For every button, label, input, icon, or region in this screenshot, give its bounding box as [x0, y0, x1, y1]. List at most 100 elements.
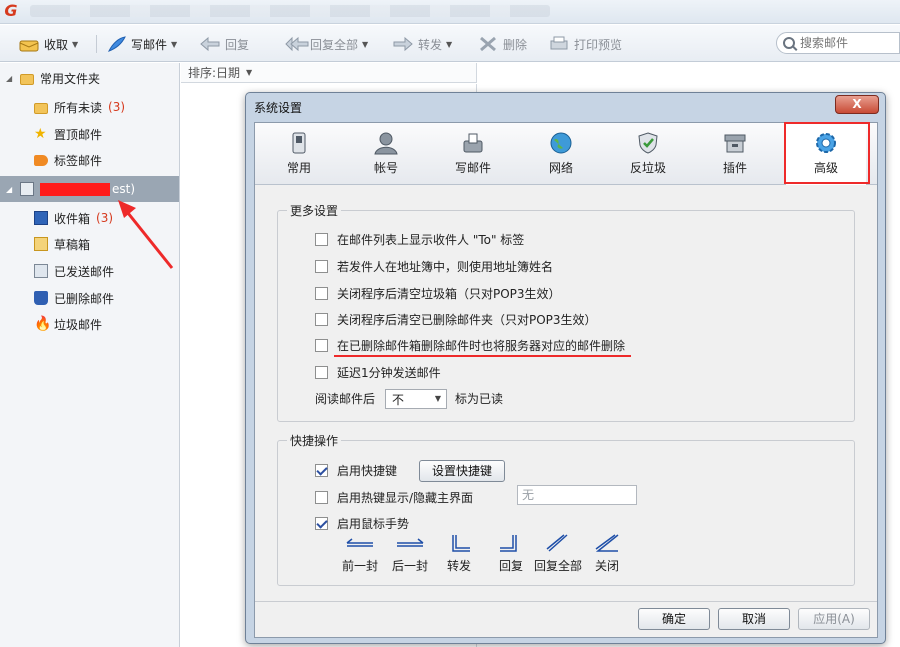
read-after-suffix: 标为已读 — [455, 392, 504, 406]
chevron-down-icon: ▼ — [362, 39, 369, 49]
receive-button[interactable]: 收取 ▼ — [18, 32, 78, 56]
tree-item-deleted[interactable]: 已删除邮件 — [0, 285, 179, 311]
checkbox[interactable] — [315, 233, 328, 246]
checkbox[interactable] — [315, 287, 328, 300]
annotation-highlight-box — [784, 122, 870, 184]
forward-button[interactable]: 转发 ▼ — [392, 32, 452, 56]
checkbox[interactable] — [315, 313, 328, 326]
folder-tree: ◢ 常用文件夹 所有未读 (3) ★ 置顶邮件 标签邮件 ◢ est) 收件箱 … — [0, 63, 180, 647]
read-after-row: 阅读邮件后 — [315, 392, 376, 406]
chevron-down-icon: ▼ — [72, 39, 79, 49]
down-left-gesture-icon — [500, 535, 517, 552]
dialog-title: 系统设置 — [254, 101, 303, 115]
globe-icon — [548, 131, 574, 155]
collapse-triangle-icon[interactable]: ◢ — [6, 74, 16, 83]
option-use-addressbook-name[interactable]: 若发件人在地址簿中，则使用地址簿姓名 — [315, 258, 553, 275]
gesture-close: 关闭 — [582, 533, 632, 574]
option-delete-on-server[interactable]: 在已删除邮件箱删除邮件时也将服务器对应的邮件删除 — [315, 337, 625, 354]
chevron-down-icon: ▼ — [434, 394, 441, 403]
tab-plugins[interactable]: 插件 — [695, 123, 775, 185]
receive-icon — [18, 35, 40, 53]
folder-icon — [20, 73, 34, 85]
tree-item-common-folders[interactable]: ◢ 常用文件夹 — [0, 65, 179, 91]
compose-icon — [460, 131, 486, 155]
dialog-body: 常用 帐号 写邮件 网络 反垃圾 插件 高级 更多设置 在邮件列表上显示收件人 … — [254, 122, 878, 638]
sent-icon — [34, 264, 48, 278]
option-show-to-label[interactable]: 在邮件列表上显示收件人 "To" 标签 — [315, 231, 524, 248]
collapse-triangle-icon[interactable]: ◢ — [6, 185, 16, 194]
set-shortcut-button[interactable]: 设置快捷键 — [419, 460, 505, 482]
search-icon — [783, 37, 795, 49]
compose-button[interactable]: 写邮件 ▼ — [105, 32, 177, 56]
shield-check-icon — [635, 131, 661, 155]
printer-icon — [548, 35, 570, 53]
reply-all-button[interactable]: 回复全部 ▼ — [284, 32, 368, 56]
delete-button[interactable]: 删除 — [477, 32, 527, 56]
arrow-right-gesture-icon — [397, 538, 424, 547]
user-icon — [373, 131, 399, 155]
tag-icon — [34, 154, 48, 166]
option-delay-send[interactable]: 延迟1分钟发送邮件 — [315, 364, 441, 381]
feather-pen-icon — [105, 35, 127, 53]
checkbox[interactable] — [315, 491, 328, 504]
checkbox[interactable] — [315, 339, 328, 352]
diagonal-gesture-icon — [546, 534, 568, 552]
sort-header[interactable]: 排序:日期 ▼ — [181, 63, 477, 83]
chevron-down-icon: ▼ — [446, 39, 453, 49]
option-empty-deleted-on-close[interactable]: 关闭程序后清空已删除邮件夹（只对POP3生效） — [315, 311, 597, 328]
junk-flame-icon: 🔥 — [34, 316, 52, 332]
read-after-select[interactable]: 不 ▼ — [385, 389, 447, 409]
arrow-left-gesture-icon — [346, 538, 373, 547]
gesture-previous: 前一封 — [335, 533, 385, 574]
folder-icon — [34, 102, 48, 114]
diagonal-up-gesture-icon — [595, 534, 619, 552]
option-enable-gesture[interactable]: 启用鼠标手势 — [315, 515, 409, 532]
more-settings-title: 更多设置 — [287, 202, 342, 219]
draft-icon — [34, 237, 48, 251]
tree-item-unread[interactable]: 所有未读 (3) — [0, 94, 179, 120]
tree-item-junk[interactable]: 🔥 垃圾邮件 — [0, 311, 179, 337]
gesture-next: 后一封 — [385, 533, 435, 574]
down-right-gesture-icon — [452, 535, 470, 552]
tab-account[interactable]: 帐号 — [346, 123, 426, 185]
settings-dialog: 系统设置 X 常用 帐号 写邮件 网络 反垃圾 插件 高级 更多设置 在邮件列表… — [245, 92, 886, 644]
gesture-forward: 转发 — [434, 533, 484, 574]
annotation-underline — [334, 355, 631, 357]
reply-button[interactable]: 回复 — [199, 32, 249, 56]
trash-icon — [34, 291, 48, 305]
reply-arrow-icon — [199, 35, 221, 53]
print-preview-button[interactable]: 打印预览 — [548, 32, 622, 56]
blurred-tab-strip — [30, 5, 550, 17]
toolbar-divider — [96, 35, 97, 53]
search-input[interactable] — [800, 36, 890, 50]
checkbox[interactable] — [315, 366, 328, 379]
annotation-arrow — [118, 200, 174, 269]
delete-x-icon — [477, 35, 499, 53]
option-empty-junk-on-close[interactable]: 关闭程序后清空垃圾箱（只对POP3生效） — [315, 285, 561, 302]
inbox-icon — [34, 211, 48, 225]
tree-item-tagged[interactable]: 标签邮件 — [0, 147, 179, 173]
shortcut-group-title: 快捷操作 — [287, 432, 342, 449]
main-toolbar: 收取 ▼ 写邮件 ▼ 回复 回复全部 ▼ 转发 ▼ 删除 打印预览 — [0, 25, 900, 62]
checkbox[interactable] — [315, 260, 328, 273]
gesture-reply-all: 回复全部 — [526, 533, 590, 574]
option-enable-hotkey[interactable]: 启用热键显示/隐藏主界面 — [315, 489, 473, 506]
search-box[interactable] — [776, 32, 900, 54]
tree-item-pinned[interactable]: ★ 置顶邮件 — [0, 121, 179, 147]
star-icon: ★ — [34, 126, 47, 142]
cancel-button[interactable]: 取消 — [718, 608, 790, 630]
tab-general[interactable]: 常用 — [259, 123, 339, 185]
reply-all-arrow-icon — [284, 35, 309, 53]
chevron-down-icon: ▼ — [246, 68, 253, 77]
apply-button[interactable]: 应用(A) — [798, 608, 870, 630]
close-button[interactable]: X — [835, 95, 879, 114]
checkbox-checked[interactable] — [315, 464, 328, 477]
hotkey-field[interactable]: 无 — [517, 485, 637, 505]
checkbox-checked[interactable] — [315, 517, 328, 530]
window-titlebar: G — [0, 0, 900, 24]
tab-network[interactable]: 网络 — [521, 123, 601, 185]
tab-compose[interactable]: 写邮件 — [433, 123, 513, 185]
option-enable-shortcut[interactable]: 启用快捷键 — [315, 462, 397, 479]
ok-button[interactable]: 确定 — [638, 608, 710, 630]
tab-antispam[interactable]: 反垃圾 — [608, 123, 688, 185]
